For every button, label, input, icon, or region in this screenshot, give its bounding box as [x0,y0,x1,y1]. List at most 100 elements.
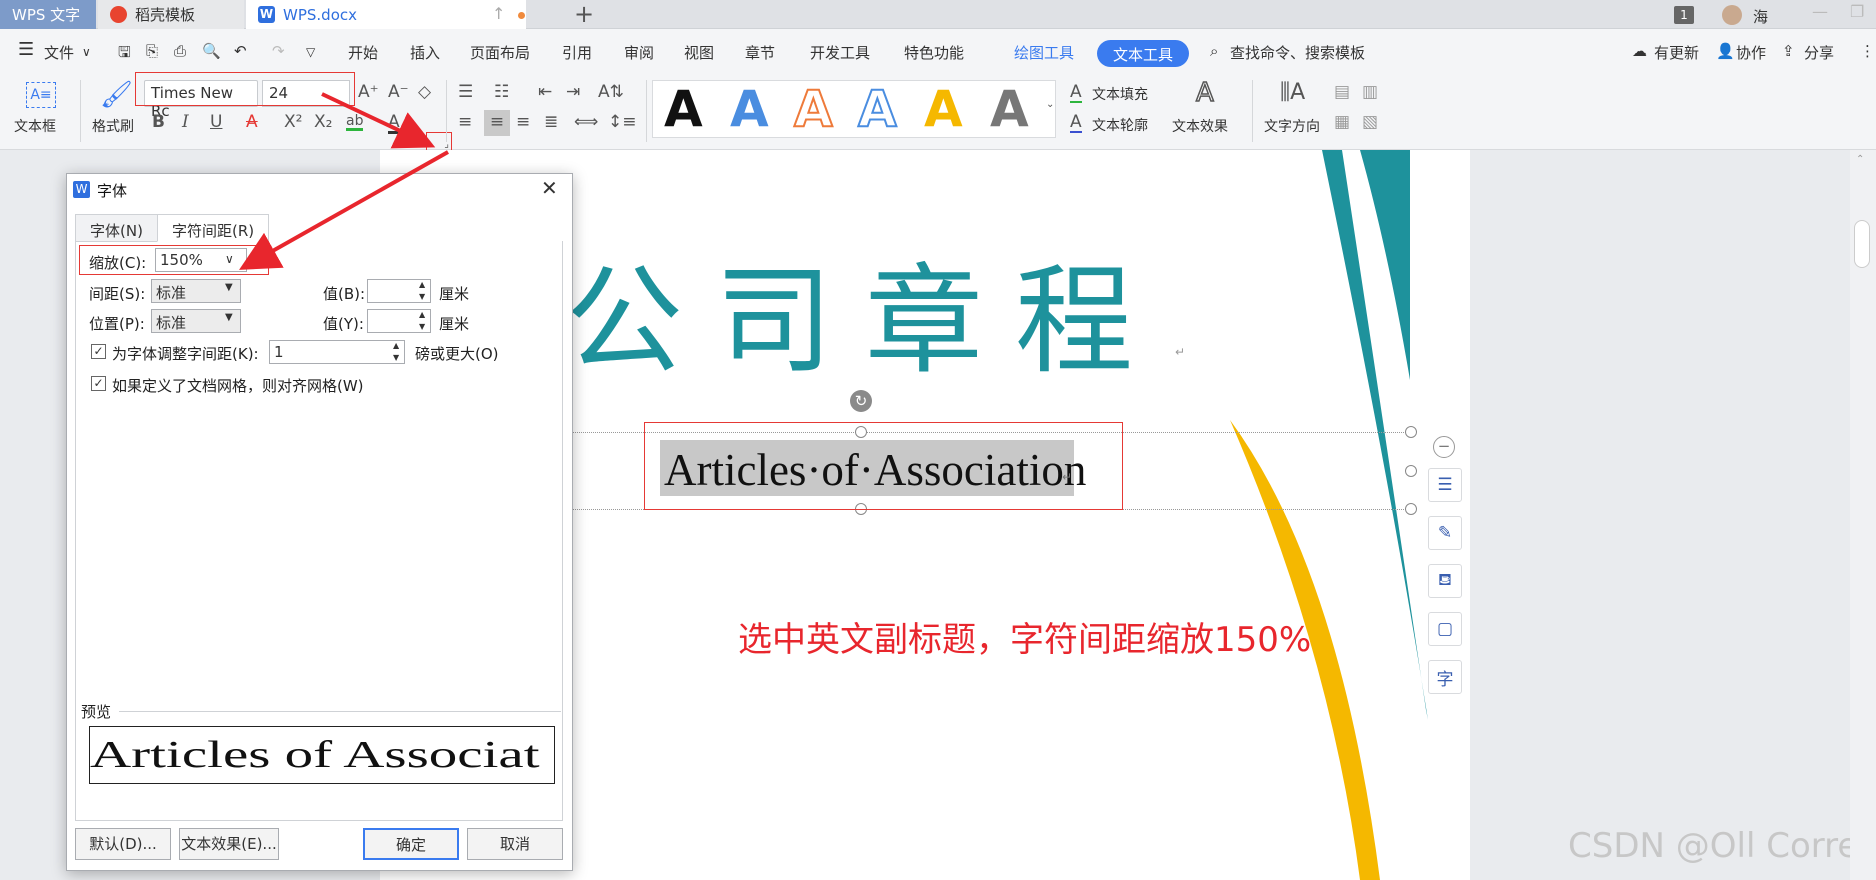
text-case-icon[interactable]: A⇅ [598,84,624,101]
align-right-icon[interactable]: ≡ [516,114,530,131]
tab-wps-writer[interactable]: WPS 文字 [0,0,96,29]
subscript-icon[interactable]: X₂ [314,114,332,131]
window-count-badge[interactable]: 1 [1674,6,1694,24]
layout-options-icon[interactable]: ☰ [1428,468,1462,502]
menu-special[interactable]: 特色功能 [904,42,964,63]
resize-handle-right[interactable] [1405,465,1417,477]
spinner-icon[interactable]: ▲ ▼ [419,279,425,303]
print-icon[interactable]: ⎙ [174,42,186,60]
shrink-font-icon[interactable]: A⁻ [388,84,409,101]
print-preview-icon[interactable]: 🔍 [202,42,221,60]
more-icon[interactable]: ⋮ [1860,42,1875,60]
gallery-more-icon[interactable]: ⌄ [1046,100,1054,110]
strikethrough-icon[interactable]: A [246,114,258,131]
pen-icon[interactable]: ✎ [1428,516,1462,550]
menu-start[interactable]: 开始 [348,42,378,63]
text-effect-button[interactable]: 文本效果 [1172,116,1228,136]
format-painter-button[interactable]: 格式刷 [92,116,134,136]
style-gold[interactable]: A [924,84,963,134]
dropdown-arrow-icon[interactable]: ▼ [225,282,233,293]
search-icon[interactable]: ⌕ [1210,42,1218,60]
dropdown-arrow-icon[interactable]: ▼ [225,312,233,323]
bullet-list-icon[interactable]: ☰ [458,84,473,101]
redo-icon[interactable]: ↷ [272,42,285,60]
menu-developer[interactable]: 开发工具 [810,42,870,63]
align-text-top-icon[interactable]: ▤ [1334,84,1350,101]
cancel-button[interactable]: 取消 [467,828,563,860]
align-center-icon[interactable]: ≡ [484,110,510,136]
align-text-middle-icon[interactable]: ▥ [1362,84,1378,101]
menu-view[interactable]: 视图 [684,42,714,63]
align-left-icon[interactable]: ≡ [458,114,472,131]
kerning-input[interactable]: 1 [269,340,405,364]
textbox-icon[interactable]: A≡ [26,82,56,108]
highlight-icon[interactable]: ab [346,114,364,131]
hamburger-icon[interactable]: ☰ [18,39,34,60]
update-button[interactable]: 有更新 [1654,42,1699,63]
grow-font-icon[interactable]: A⁺ [358,84,379,101]
line-spacing-icon[interactable]: ↕≡ [608,114,637,131]
save-icon[interactable]: 🖫 [118,42,131,67]
customize-toolbar-icon[interactable]: ▽ [306,45,315,59]
resize-handle-top-right[interactable] [1405,426,1417,438]
menu-drawing-tools[interactable]: 绘图工具 [1014,42,1074,63]
scroll-up-icon[interactable]: ⌃ [1856,154,1864,165]
text-wrap-icon[interactable]: ▧ [1362,114,1378,131]
tab-template[interactable]: 稻壳模板 [98,0,244,29]
style-blue-outline[interactable]: A [857,83,898,135]
kerning-checkbox[interactable]: ✓ [91,344,106,359]
border-icon[interactable]: ▢ [1428,612,1462,646]
increase-indent-icon[interactable]: ⇥ [566,84,580,101]
upload-icon[interactable]: ↑ [492,4,505,23]
tab-character-spacing[interactable]: 字符间距(R) [157,214,270,242]
share-button[interactable]: 分享 [1804,42,1834,63]
menu-references[interactable]: 引用 [562,42,592,63]
new-tab-icon[interactable]: + [574,0,594,28]
undo-icon[interactable]: ↶ [234,42,247,60]
menu-chapter[interactable]: 章节 [745,42,775,63]
menu-review[interactable]: 审阅 [624,42,654,63]
text-fill-button[interactable]: 文本填充 [1092,84,1148,104]
superscript-icon[interactable]: X² [284,114,302,131]
text-effect-button[interactable]: 文本效果(E)... [179,828,279,860]
unit-b[interactable]: 厘米 [439,283,469,304]
chevron-down-icon[interactable]: ∨ [82,45,91,59]
default-button[interactable]: 默认(D)... [75,828,171,860]
numbered-list-icon[interactable]: ☷ [494,84,509,101]
justify-icon[interactable]: ≣ [544,114,558,131]
style-blue[interactable]: A [730,84,769,134]
bold-icon[interactable]: B [152,114,165,131]
align-text-bottom-icon[interactable]: ▦ [1334,114,1350,131]
fill-bucket-icon[interactable]: ⛾ [1428,564,1462,598]
minimize-icon[interactable]: — [1812,2,1828,21]
distributed-icon[interactable]: ⟺ [574,114,598,131]
spinner-icon[interactable]: ▲ ▼ [393,340,399,364]
character-icon[interactable]: 字 [1428,660,1462,694]
tab-font[interactable]: 字体(N) [75,214,158,242]
style-gray[interactable]: A [990,84,1029,134]
text-outline-button[interactable]: 文本轮廓 [1092,115,1148,135]
menu-insert[interactable]: 插入 [410,42,440,63]
underline-icon[interactable]: U [210,114,222,131]
menu-page-layout[interactable]: 页面布局 [470,42,530,63]
unit-y[interactable]: 厘米 [439,313,469,334]
export-icon[interactable]: ⎘ [146,42,158,60]
chevron-down-icon[interactable]: ∨ [225,252,234,266]
spinner-icon[interactable]: ▲ ▼ [419,309,425,333]
resize-handle-bottom-right[interactable] [1405,503,1417,515]
text-direction-button[interactable]: 文字方向 [1264,116,1320,136]
snap-to-grid-checkbox[interactable]: ✓ [91,376,106,391]
decrease-indent-icon[interactable]: ⇤ [538,84,552,101]
collaborate-button[interactable]: 协作 [1736,42,1766,63]
file-menu[interactable]: 文件 [44,42,74,63]
menu-text-tools[interactable]: 文本工具 [1097,40,1190,67]
scroll-thumb[interactable] [1854,220,1870,268]
command-search[interactable]: 查找命令、搜索模板 [1230,42,1365,63]
rotate-handle-icon[interactable]: ↻ [850,390,872,412]
textbox-button[interactable]: 文本框 [14,116,56,136]
italic-icon[interactable]: I [182,114,189,131]
collapse-icon[interactable]: − [1433,436,1455,458]
style-black[interactable]: A [664,84,703,134]
document-title[interactable]: 公司章程 [565,225,1165,396]
restore-icon[interactable]: ❐ [1850,2,1864,21]
